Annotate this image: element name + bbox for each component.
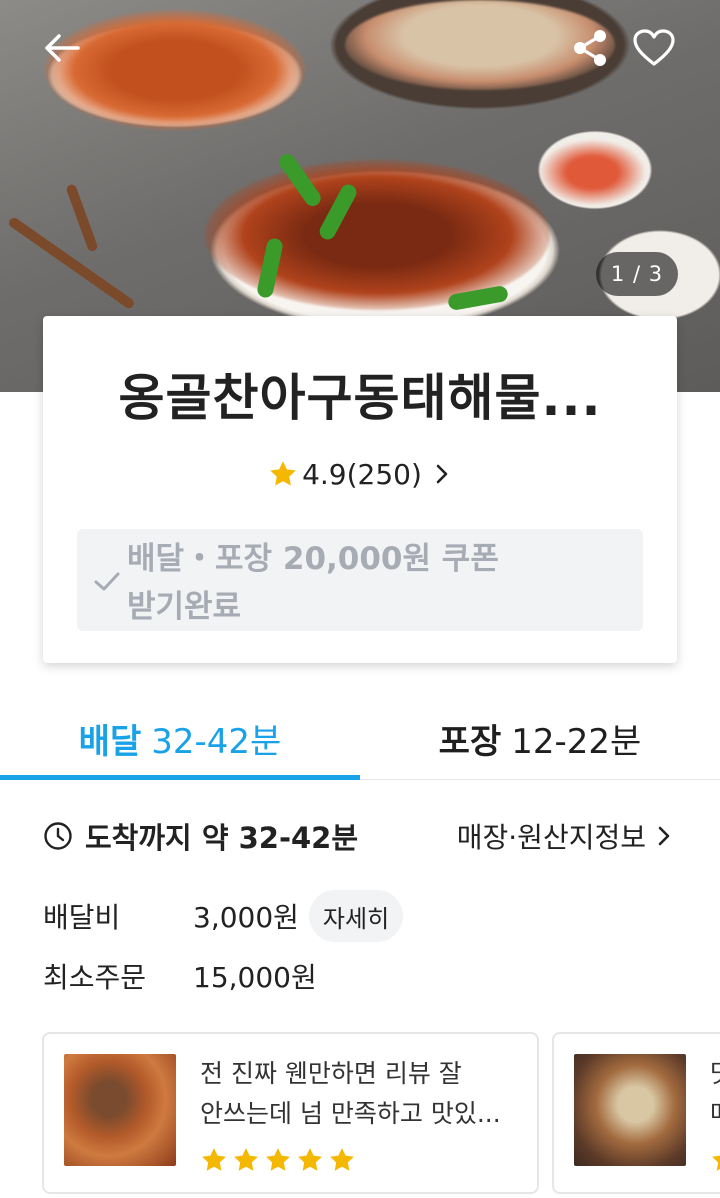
coupon-text-line: 배달・포장 20,000원 쿠폰 xyxy=(127,541,499,577)
coupon-text-line: 받기완료 xyxy=(127,589,242,625)
hero-food-dish xyxy=(45,10,305,130)
star-icon xyxy=(712,1155,720,1171)
delivery-fee-label: 배달비 xyxy=(43,901,121,934)
hero-spoon xyxy=(7,215,136,311)
delivery-eta: 도착까지 약 32-42분 xyxy=(43,816,358,856)
tab-delivery[interactable]: 배달 32-42분 xyxy=(0,692,360,780)
tab-label: 배달 xyxy=(78,722,142,762)
store-info-label: 매장·원산지정보 xyxy=(456,821,646,854)
review-text-line: 안쓰는데 넘 만족하고 맛있... xyxy=(200,1099,501,1128)
review-text-line: 맛 xyxy=(710,1054,720,1094)
review-card[interactable]: 맛 매 xyxy=(552,1032,720,1194)
star-icon xyxy=(266,1148,290,1171)
min-order-row: 최소주문 15,000원 xyxy=(43,950,317,1002)
favorite-button[interactable] xyxy=(630,24,678,72)
review-photo xyxy=(574,1054,686,1166)
star-icon xyxy=(330,1148,354,1171)
tab-pickup[interactable]: 포장 12-22분 xyxy=(360,692,720,780)
review-text: 맛 매 xyxy=(710,1054,720,1134)
check-icon xyxy=(94,572,120,591)
review-card[interactable]: 전 진짜 웬만하면 리뷰 잘 안쓰는데 넘 만족하고 맛있... xyxy=(42,1032,539,1194)
tab-label: 포장 xyxy=(438,722,502,762)
fee-detail-button[interactable]: 자세히 xyxy=(308,890,404,942)
star-icon xyxy=(202,1148,226,1171)
review-photo xyxy=(64,1054,176,1166)
delivery-fee-row: 배달비 3,000원 자세히 xyxy=(43,890,404,942)
chevron-right-icon xyxy=(658,826,670,846)
order-type-tabs: 배달 32-42분 포장 12-22분 xyxy=(0,692,720,780)
active-tab-indicator xyxy=(0,775,360,780)
review-text-line: 전 진짜 웬만하면 리뷰 잘 xyxy=(200,1059,462,1088)
star-icon xyxy=(234,1148,258,1171)
star-icon xyxy=(298,1148,322,1171)
store-origin-info-link[interactable]: 매장·원산지정보 xyxy=(457,816,672,856)
review-stars xyxy=(710,1146,720,1174)
review-text-line: 매 xyxy=(710,1094,720,1134)
heart-outline-icon xyxy=(633,29,675,66)
arrow-left-icon xyxy=(45,34,80,62)
delivery-fee-value: 3,000원 xyxy=(193,901,299,934)
review-stars xyxy=(200,1146,356,1174)
coupon-text: 배달・포장 20,000원 쿠폰 받기완료 xyxy=(127,535,547,631)
chevron-right-icon xyxy=(436,464,448,484)
review-text: 전 진짜 웬만하면 리뷰 잘 안쓰는데 넘 만족하고 맛있... xyxy=(200,1054,518,1134)
hero-chopsticks xyxy=(65,183,99,253)
tab-time: 32-42분 xyxy=(151,722,282,762)
hero-food-dish xyxy=(540,140,645,205)
rating-value: 4.9(250) xyxy=(302,457,422,491)
back-button[interactable] xyxy=(40,28,84,68)
min-order-value: 15,000원 xyxy=(193,961,317,994)
tab-time: 12-22분 xyxy=(511,722,642,762)
store-name: 옹골찬아구동태해물... xyxy=(118,369,602,427)
clock-icon xyxy=(44,822,72,850)
coupon-status-box[interactable]: 배달・포장 20,000원 쿠폰 받기완료 xyxy=(77,529,643,631)
image-page-counter: 1 / 3 xyxy=(596,252,678,296)
rating-link[interactable]: 4.9(250) xyxy=(43,456,677,492)
eta-text: 도착까지 약 32-42분 xyxy=(85,821,359,855)
share-button[interactable] xyxy=(568,26,612,70)
share-icon xyxy=(574,30,606,66)
min-order-label: 최소주문 xyxy=(43,961,147,994)
store-info-card: 옹골찬아구동태해물... 4.9(250) 배달・포장 20,000원 쿠폰 받… xyxy=(43,316,677,663)
star-icon xyxy=(270,461,296,486)
